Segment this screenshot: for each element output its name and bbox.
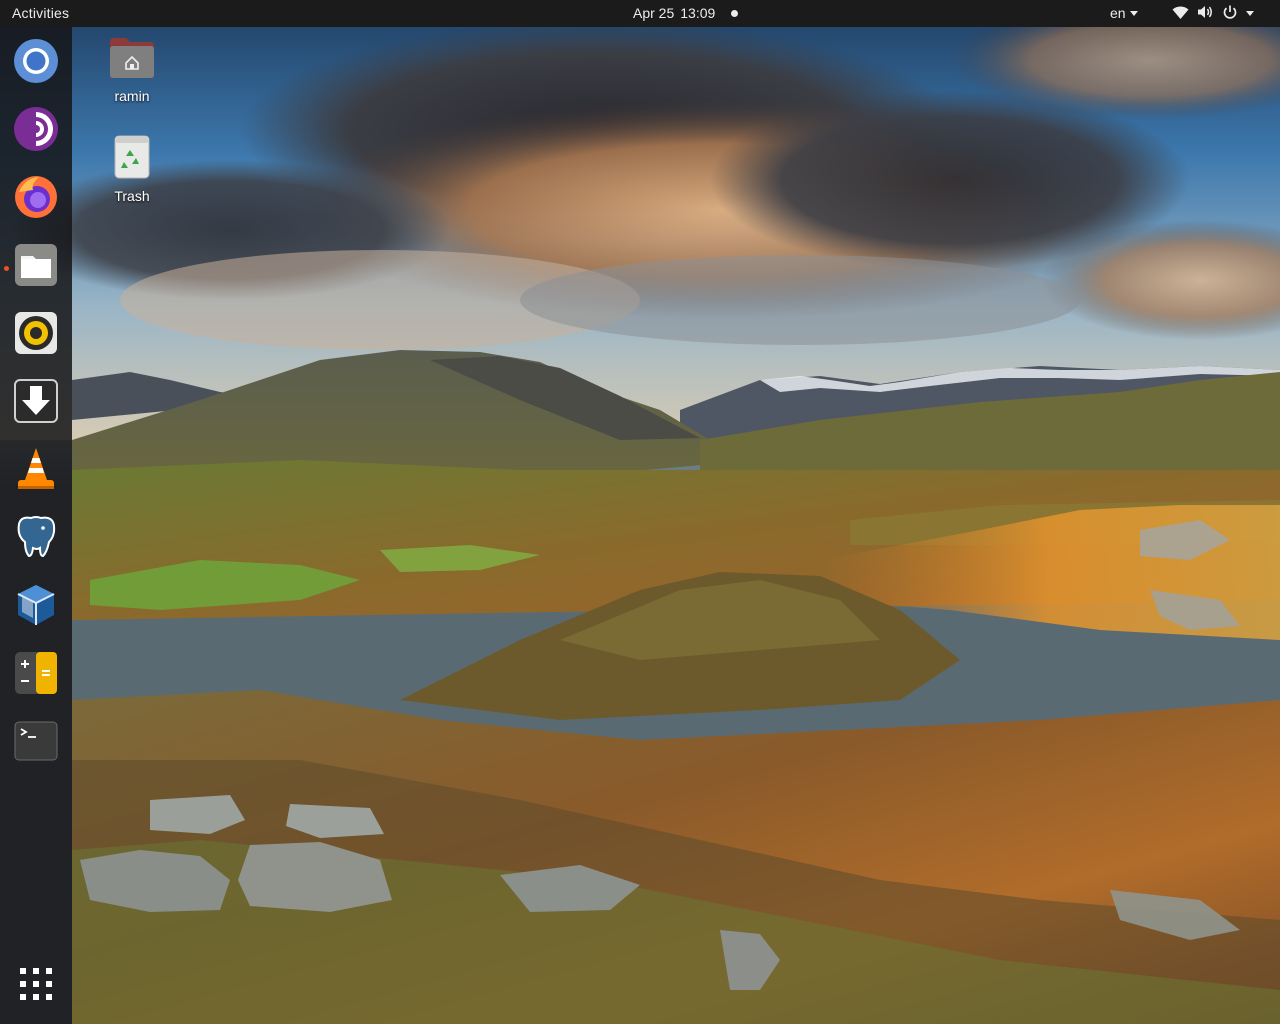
language-label: en (1110, 5, 1126, 21)
dock-item-chromium[interactable] (12, 38, 60, 89)
notification-dot-icon (731, 9, 739, 17)
running-indicator (4, 266, 9, 271)
chevron-down-icon (1246, 11, 1254, 16)
dock-item-pgadmin[interactable] (12, 515, 60, 563)
trash-icon (112, 134, 152, 185)
dock-item-virtualbox[interactable] (12, 583, 60, 631)
dock-item-terminal[interactable] (12, 719, 60, 767)
files-icon (13, 242, 59, 293)
terminal-icon (13, 718, 59, 769)
dock (0, 27, 72, 1024)
top-bar: Activities Apr 25 13:09 en (0, 0, 1280, 27)
app-grid-icon (19, 967, 53, 1006)
language-selector[interactable]: en (1110, 5, 1138, 21)
volume-icon (1197, 4, 1214, 23)
firefox-icon (13, 174, 59, 225)
dock-item-software-updater[interactable] (12, 378, 60, 429)
postgresql-elephant-icon (13, 514, 59, 565)
chromium-icon (13, 38, 59, 89)
dock-item-rhythmbox[interactable] (12, 311, 60, 359)
tor-browser-icon (13, 106, 59, 157)
desktop-icon-home[interactable]: ramin (92, 36, 172, 104)
network-wifi-icon (1172, 5, 1189, 23)
date-label: Apr 25 (633, 5, 675, 21)
wallpaper-landscape (0, 0, 1280, 1024)
virtualbox-icon (13, 582, 59, 633)
rhythmbox-icon (13, 310, 59, 361)
dock-item-tor-browser[interactable] (12, 106, 60, 157)
time-label: 13:09 (680, 5, 716, 21)
desktop-icon-label: ramin (114, 88, 150, 104)
desktop-wallpaper (0, 0, 1280, 1024)
vlc-icon (13, 446, 59, 497)
dock-item-firefox[interactable] (12, 175, 60, 223)
power-icon (1222, 4, 1238, 23)
show-applications-button[interactable] (12, 962, 60, 1010)
calculator-icon (13, 650, 59, 701)
desktop-icon-trash[interactable]: Trash (92, 134, 172, 204)
chevron-down-icon (1129, 10, 1138, 16)
home-folder-icon (108, 36, 156, 85)
system-tray[interactable] (1172, 4, 1254, 23)
desktop-icon-label: Trash (114, 188, 150, 204)
dock-item-files[interactable] (12, 243, 60, 291)
dock-item-vlc[interactable] (12, 447, 60, 495)
date-time-button[interactable]: Apr 25 13:09 (633, 5, 739, 21)
download-icon (13, 378, 59, 429)
dock-item-calculator[interactable] (12, 651, 60, 699)
activities-button[interactable]: Activities (12, 5, 69, 21)
